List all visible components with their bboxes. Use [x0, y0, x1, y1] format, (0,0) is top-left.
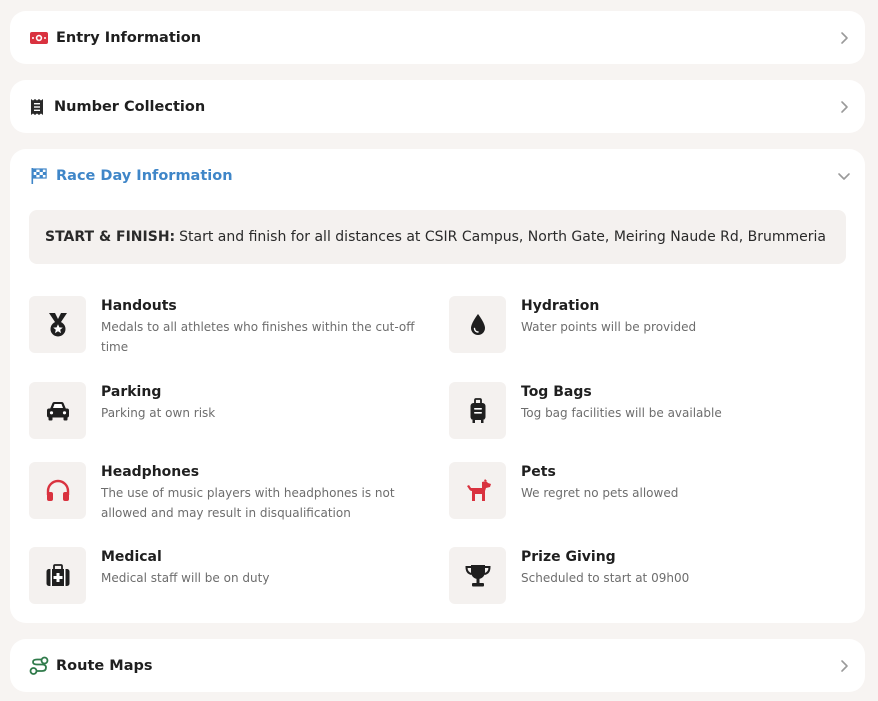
item-description: We regret no pets allowed — [521, 486, 679, 500]
chevron-right-icon — [837, 31, 851, 45]
chevron-right-icon — [837, 659, 851, 673]
item-title: Hydration — [521, 298, 600, 314]
item-title: Medical — [101, 549, 162, 565]
item-description: Tog bag facilities will be available — [521, 406, 722, 420]
ticket-icon — [28, 27, 50, 49]
luggage-icon — [449, 382, 506, 439]
accordion-title: Number Collection — [54, 98, 206, 115]
medical-kit-icon — [29, 547, 86, 604]
banner-label: START & FINISH: — [45, 229, 176, 245]
accordion-title: Route Maps — [56, 657, 153, 674]
receipt-icon — [26, 96, 48, 118]
banner-text: Start and finish for all distances at CS… — [179, 229, 826, 245]
route-icon — [28, 655, 50, 677]
accordion-title: Entry Information — [56, 29, 202, 46]
accordion-header-number[interactable]: Number Collection — [10, 80, 865, 133]
accordion-number-collection[interactable]: Number Collection — [10, 80, 865, 133]
item-description: Medical staff will be on duty — [101, 571, 270, 585]
accordion-header-route[interactable]: Route Maps — [10, 639, 865, 692]
start-finish-banner: START & FINISH: Start and finish for all… — [29, 210, 846, 264]
item-title: Headphones — [101, 464, 200, 480]
medal-icon — [29, 296, 86, 353]
accordion-header-entry[interactable]: Entry Information — [10, 11, 865, 64]
accordion-header-race-day[interactable]: Race Day Information — [10, 149, 865, 202]
car-icon — [29, 382, 86, 439]
accordion-race-day-information[interactable]: Race Day Information START & FINISH: Sta… — [10, 149, 865, 623]
accordion-entry-information[interactable]: Entry Information — [10, 11, 865, 64]
item-description: Scheduled to start at 09h00 — [521, 571, 690, 585]
item-description: The use of music players with headphones… — [101, 486, 395, 520]
headphones-icon — [29, 462, 86, 519]
accordion-route-maps[interactable]: Route Maps — [10, 639, 865, 692]
item-title: Parking — [101, 384, 162, 400]
dog-icon — [449, 462, 506, 519]
item-description: Medals to all athletes who finishes with… — [101, 320, 415, 354]
item-description: Water points will be provided — [521, 320, 697, 334]
trophy-icon — [449, 547, 506, 604]
item-title: Handouts — [101, 298, 177, 314]
chevron-right-icon — [837, 100, 851, 114]
item-title: Pets — [521, 464, 556, 480]
item-description: Parking at own risk — [101, 406, 216, 420]
chevron-down-icon — [837, 169, 851, 183]
item-title: Prize Giving — [521, 549, 616, 565]
checkered-flag-icon — [28, 165, 50, 187]
water-drop-icon — [449, 296, 506, 353]
accordion-title: Race Day Information — [56, 167, 233, 184]
item-title: Tog Bags — [521, 384, 592, 400]
